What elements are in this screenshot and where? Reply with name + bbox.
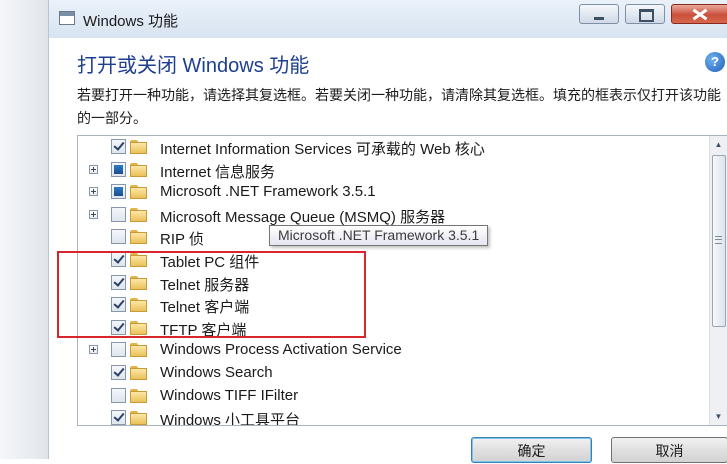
tooltip: Microsoft .NET Framework 3.5.1	[269, 225, 489, 246]
feature-label: Windows Process Activation Service	[160, 341, 402, 359]
ok-button[interactable]: 确定	[471, 437, 592, 463]
feature-label: Windows Search	[160, 364, 273, 381]
scroll-up-icon: ▲	[714, 140, 723, 149]
vertical-scrollbar[interactable]: ▲ ▼	[709, 136, 727, 425]
scroll-thumb[interactable]	[712, 155, 726, 327]
folder-icon	[130, 185, 148, 200]
expand-icon[interactable]	[89, 187, 98, 197]
window-icon	[59, 11, 75, 25]
folder-icon	[130, 162, 148, 177]
feature-checkbox[interactable]	[111, 410, 126, 425]
feature-checkbox[interactable]	[111, 161, 126, 177]
folder-icon	[130, 230, 148, 245]
feature-checkbox[interactable]	[111, 387, 126, 403]
feature-label: Microsoft Message Queue (MSMQ) 服务器	[160, 208, 446, 226]
cancel-button[interactable]: 取消	[611, 437, 727, 463]
grip-icon	[715, 236, 722, 244]
dialog-description: 若要打开一种功能，请选择其复选框。若要关闭一种功能，请清除其复选框。填充的框表示…	[77, 87, 721, 126]
feature-row[interactable]: Windows 小工具平台	[78, 407, 708, 426]
folder-icon	[130, 140, 148, 154]
feature-label: RIP 侦	[160, 231, 204, 249]
minimize-button[interactable]	[579, 4, 619, 24]
title-bar[interactable]: Windows 功能	[49, 0, 727, 38]
feature-row[interactable]: Microsoft .NET Framework 3.5.1	[78, 181, 708, 203]
feature-label: Internet Information Services 可承载的 Web 核…	[160, 141, 485, 158]
scroll-down-button[interactable]: ▼	[710, 408, 727, 425]
folder-icon	[130, 366, 148, 380]
feature-row[interactable]: Windows Search	[78, 362, 708, 384]
folder-icon	[130, 207, 148, 222]
folder-icon	[130, 411, 148, 425]
close-button[interactable]	[671, 4, 727, 24]
feature-checkbox[interactable]	[111, 184, 126, 200]
scroll-down-icon: ▼	[714, 412, 723, 421]
feature-label: Windows TIFF IFilter	[160, 386, 299, 404]
dialog-heading: 打开或关闭 Windows 功能	[77, 55, 310, 77]
feature-row[interactable]: Windows TIFF IFilter	[78, 385, 708, 407]
help-icon[interactable]: ?	[705, 52, 725, 72]
expand-icon[interactable]	[89, 164, 98, 174]
expand-icon[interactable]	[89, 209, 98, 219]
window-title: Windows 功能	[83, 13, 179, 30]
highlight-annotation	[57, 251, 366, 338]
feature-checkbox[interactable]	[111, 342, 126, 358]
feature-checkbox[interactable]	[111, 365, 126, 380]
feature-checkbox[interactable]	[111, 229, 126, 245]
feature-row[interactable]: Internet 信息服务	[78, 159, 708, 181]
feature-label: Internet 信息服务	[160, 163, 276, 181]
windows-features-dialog: Windows 功能 打开或关闭 Windows 功能 ? 若要打开一种功能，请…	[48, 0, 727, 463]
folder-icon	[130, 388, 148, 403]
feature-label: Windows 小工具平台	[160, 412, 301, 426]
feature-checkbox[interactable]	[111, 206, 126, 222]
background-window-edge	[0, 0, 48, 459]
folder-icon	[130, 343, 148, 358]
maximize-button[interactable]	[625, 4, 665, 24]
expand-icon[interactable]	[89, 345, 98, 355]
feature-label: Microsoft .NET Framework 3.5.1	[160, 183, 376, 201]
feature-checkbox[interactable]	[111, 139, 126, 154]
feature-row[interactable]: Windows Process Activation Service	[78, 339, 708, 361]
feature-row[interactable]: Internet Information Services 可承载的 Web 核…	[78, 136, 708, 158]
feature-row[interactable]: Microsoft Message Queue (MSMQ) 服务器	[78, 204, 708, 226]
scroll-up-button[interactable]: ▲	[710, 136, 727, 153]
